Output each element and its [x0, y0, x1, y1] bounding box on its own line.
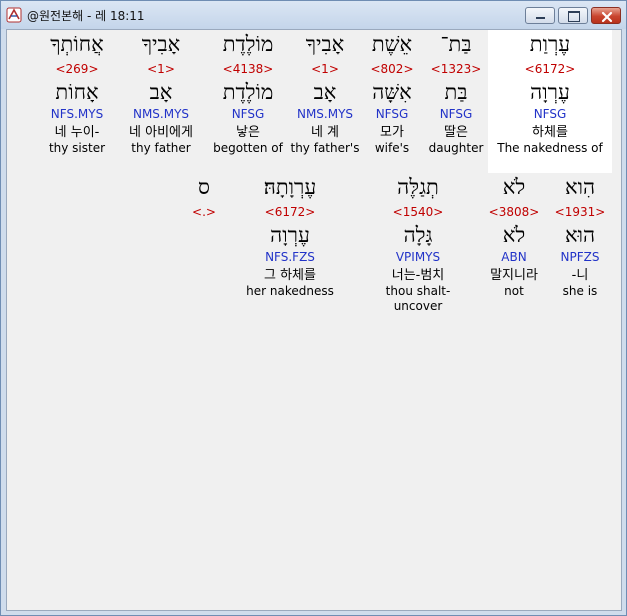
morphology[interactable]: NFS.FZS [242, 250, 338, 265]
hebrew-word[interactable]: עֶרְוַת [488, 30, 612, 58]
lemma: אָב [313, 80, 337, 104]
english-gloss: The nakedness of [497, 141, 603, 155]
korean-gloss: 그 하체를 [264, 268, 316, 283]
lemma: גָּלָה [403, 223, 433, 247]
strong-number[interactable]: <1> [290, 62, 360, 77]
morphology[interactable]: NMS.MYS [119, 107, 203, 122]
app-window: @원전본해 - 레 18:11 עֶרְוַת <6172> עֶרְוָה N… [0, 0, 627, 616]
hebrew-word[interactable]: תְגַלֶּה [362, 173, 474, 201]
hebrew-word[interactable]: ס [187, 173, 221, 201]
hebrew-word[interactable]: אָבִיךָ [290, 30, 360, 58]
strong-number[interactable]: <269> [41, 62, 113, 77]
close-icon [601, 9, 613, 28]
hebrew-word[interactable]: מוֹלֶדֶת [211, 30, 285, 58]
word-cell[interactable]: תְגַלֶּה <1540> גָּלָה VPIMYS 너는-범치 thou… [362, 173, 474, 316]
word-cell[interactable]: הִוא <1931> הוּא NPFZS -니 she is [552, 173, 608, 316]
english-gloss: begotten of [213, 141, 283, 155]
word-cell[interactable]: עֶרְוַת <6172> עֶרְוָה NFSG 하체를 The nake… [488, 30, 612, 173]
minimize-icon [536, 17, 545, 19]
title-bar[interactable]: @원전본해 - 레 18:11 [1, 1, 626, 29]
lemma: לֹא [502, 223, 526, 247]
morphology[interactable]: NFSG [488, 107, 612, 122]
morphology[interactable]: VPIMYS [362, 250, 474, 265]
lemma: אִשָּׁה [372, 80, 412, 104]
english-gloss: thou shalt-uncover [385, 284, 451, 313]
word-cell[interactable]: מוֹלֶדֶת <4138> מוֹלֶדֶת NFSG 낳은 begotte… [211, 30, 285, 173]
hebrew-word[interactable]: בַּת־ [423, 30, 489, 58]
word-cell[interactable]: אָבִיךָ <1> אָב NMS.MYS 네 계 thy father's [290, 30, 360, 173]
strong-number[interactable]: <1> [119, 62, 203, 77]
lemma: אָב [149, 80, 173, 104]
english-gloss: her nakedness [246, 284, 334, 298]
korean-gloss: 말지니라 [490, 268, 538, 283]
morphology[interactable]: NFS.MYS [41, 107, 113, 122]
morphology[interactable]: NFSG [366, 107, 418, 122]
maximize-icon [568, 11, 580, 22]
lemma: אָחוֹת [55, 80, 99, 104]
strong-number[interactable]: <1323> [423, 62, 489, 77]
word-cell[interactable]: עֶרְוָתָהּ׃ <6172> עֶרְוָה NFS.FZS 그 하체를… [242, 173, 338, 316]
word-cell[interactable]: אָבִיךָ <1> אָב NMS.MYS 네 아비에게 thy fathe… [119, 30, 203, 173]
morphology[interactable]: NPFZS [552, 250, 608, 265]
strong-number[interactable]: <4138> [211, 62, 285, 77]
morphology[interactable]: NFSG [211, 107, 285, 122]
word-cell[interactable]: אֵשֶׁת <802> אִשָּׁה NFSG 모가 wife's [366, 30, 418, 173]
hebrew-word[interactable]: אֵשֶׁת [366, 30, 418, 58]
strong-number[interactable]: <1540> [362, 205, 474, 220]
english-gloss: she is [562, 284, 598, 298]
strong-number[interactable]: <6172> [488, 62, 612, 77]
korean-gloss: 네 아비에게 [129, 125, 193, 140]
english-gloss: thy sister [48, 141, 106, 155]
lemma: בַּת [444, 80, 468, 104]
close-button[interactable] [591, 7, 621, 24]
english-gloss: thy father's [290, 141, 360, 155]
korean-gloss: 너는-범치 [391, 268, 445, 283]
lemma: הוּא [564, 223, 596, 247]
word-cell[interactable]: אֲחוֹתְךָ <269> אָחוֹת NFS.MYS 네 누이- thy… [41, 30, 113, 173]
minimize-button[interactable] [525, 7, 555, 24]
lemma: עֶרְוָה [530, 80, 570, 104]
korean-gloss: 네 누이- [54, 125, 100, 140]
korean-gloss: 딸은 [444, 125, 468, 140]
korean-gloss: -니 [571, 268, 589, 283]
hebrew-word[interactable]: לֹא [481, 173, 547, 201]
word-cell[interactable]: לֹא <3808> לֹא ABN 말지니라 not [481, 173, 547, 316]
strong-number[interactable]: <1931> [552, 205, 608, 220]
hebrew-word[interactable]: אֲחוֹתְךָ [41, 30, 113, 58]
hebrew-word[interactable]: עֶרְוָתָהּ׃ [242, 173, 338, 201]
lemma: עֶרְוָה [270, 223, 310, 247]
english-gloss: daughter [428, 141, 484, 155]
lemma: מוֹלֶדֶת [222, 80, 274, 104]
strong-number[interactable]: <6172> [242, 205, 338, 220]
maximize-button[interactable] [558, 7, 588, 24]
korean-gloss: 네 계 [310, 125, 340, 140]
morphology[interactable]: ABN [481, 250, 547, 265]
window-title: @원전본해 - 레 18:11 [27, 9, 145, 23]
korean-gloss: 낳은 [236, 125, 260, 140]
strong-number[interactable]: <.> [187, 205, 221, 220]
morphology[interactable]: NFSG [423, 107, 489, 122]
word-cell[interactable]: ס <.> [187, 173, 221, 233]
english-gloss: thy father [131, 141, 191, 155]
app-logo-icon[interactable] [6, 7, 22, 23]
word-cell[interactable]: בַּת־ <1323> בַּת NFSG 딸은 daughter [423, 30, 489, 173]
morphology[interactable]: NMS.MYS [290, 107, 360, 122]
strong-number[interactable]: <3808> [481, 205, 547, 220]
korean-gloss: 모가 [380, 125, 404, 140]
hebrew-word[interactable]: אָבִיךָ [119, 30, 203, 58]
interlinear-content: עֶרְוַת <6172> עֶרְוָה NFSG 하체를 The nake… [6, 29, 622, 611]
strong-number[interactable]: <802> [366, 62, 418, 77]
english-gloss: wife's [374, 141, 410, 155]
korean-gloss: 하체를 [532, 125, 568, 140]
english-gloss: not [504, 284, 524, 298]
hebrew-word[interactable]: הִוא [552, 173, 608, 201]
